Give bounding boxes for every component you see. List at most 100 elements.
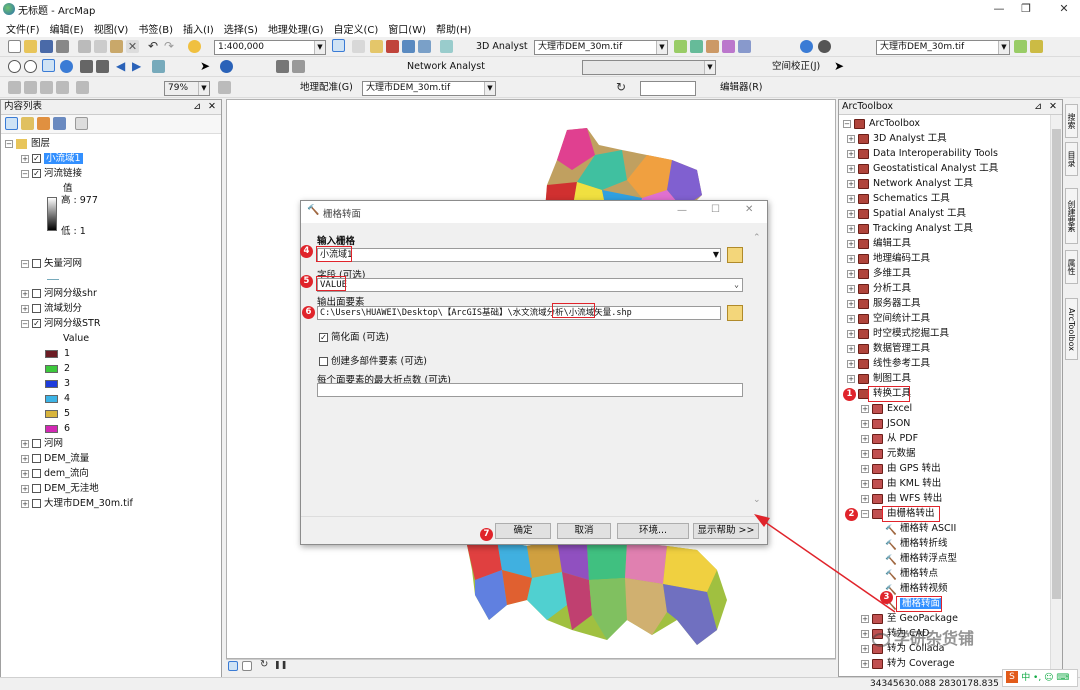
toolbox-item[interactable]: + 制图工具 (847, 372, 911, 386)
expand-icon[interactable]: + (861, 659, 869, 668)
expand-icon[interactable]: + (847, 284, 855, 293)
paste-icon[interactable] (110, 40, 123, 53)
expand-icon[interactable]: + (847, 239, 855, 248)
list-by-visibility-icon[interactable] (37, 117, 50, 130)
menu-help[interactable]: 帮助(H) (436, 21, 471, 36)
toc-layer-shr[interactable]: + 河网分级shr (21, 287, 97, 301)
menu-windows[interactable]: 窗口(W) (388, 21, 426, 36)
multipart-checkbox[interactable] (319, 357, 328, 366)
ok-button[interactable]: 确定 (495, 523, 551, 539)
toc-layer-dem-flow[interactable]: + DEM_流量 (21, 452, 89, 466)
expand-icon[interactable]: + (861, 449, 869, 458)
visibility-checkbox[interactable] (32, 289, 41, 298)
line-of-sight-icon[interactable] (722, 40, 735, 53)
close-button[interactable]: ✕ (1050, 0, 1078, 19)
catalog-icon[interactable] (370, 40, 383, 53)
field-combo[interactable]: VALUE ⌄ (317, 278, 743, 292)
toolbox-item[interactable]: + 服务器工具 (847, 297, 921, 311)
list-by-drawing-order-icon[interactable] (5, 117, 18, 130)
toc-layer-xiaoliuyu1[interactable]: + ✓ 小流域1 (21, 152, 83, 166)
toolset-item[interactable]: + 由 KML 转出 (861, 477, 941, 491)
toolbox-item[interactable]: + Tracking Analyst 工具 (847, 222, 973, 236)
collapse-icon[interactable]: − (5, 139, 13, 148)
toolbox-item[interactable]: +3D Analyst 工具 (847, 132, 947, 146)
expand-icon[interactable]: + (847, 314, 855, 323)
expand-icon[interactable]: + (21, 499, 29, 508)
expand-icon[interactable]: + (847, 179, 855, 188)
georeferencing-label[interactable]: 地理配准(G) (300, 81, 353, 95)
right-layer-combo[interactable]: 大理市DEM_30m.tif ▼ (876, 40, 1010, 55)
forward-icon[interactable]: ▶ (132, 60, 145, 73)
visibility-checkbox[interactable] (32, 304, 41, 313)
chevron-down-icon[interactable]: ▼ (314, 41, 325, 54)
histogram-icon[interactable] (1014, 40, 1027, 53)
toc-layer-str[interactable]: − ✓ 河网分级STR (21, 317, 100, 331)
toolbox-item[interactable]: + 编辑工具 (847, 237, 911, 251)
tab-attributes[interactable]: 属性 (1065, 250, 1078, 284)
layout-zoom-combo[interactable]: 79% ▼ (164, 81, 210, 96)
expand-icon[interactable]: + (847, 209, 855, 218)
visibility-checkbox[interactable] (32, 499, 41, 508)
toc-layer-river-net[interactable]: + 河网 (21, 437, 63, 451)
pin-icon[interactable]: ⊿ (193, 100, 201, 114)
data-view-icon[interactable] (228, 661, 238, 671)
chevron-down-icon[interactable]: ▼ (704, 61, 715, 74)
toolset-item[interactable]: + Excel (861, 402, 912, 416)
toc-layer-dem[interactable]: + 大理市DEM_30m.tif (21, 497, 133, 511)
refresh-icon[interactable]: ↻ (260, 660, 270, 670)
toc-layer-dem-dir[interactable]: + dem_流向 (21, 467, 89, 481)
menu-bookmarks[interactable]: 书签(B) (138, 21, 173, 36)
expand-icon[interactable]: + (861, 434, 869, 443)
collapse-icon[interactable]: − (21, 259, 29, 268)
modelbuilder-icon[interactable] (418, 40, 431, 53)
open-icon[interactable] (24, 40, 37, 53)
expand-icon[interactable]: + (21, 304, 29, 313)
toolset-item[interactable]: + 从 PDF (861, 432, 918, 446)
chevron-down-icon[interactable]: ▼ (998, 41, 1009, 54)
list-by-selection-icon[interactable] (53, 117, 66, 130)
identify-icon[interactable] (220, 60, 233, 73)
toolbox-item[interactable]: + Schematics 工具 (847, 192, 950, 206)
expand-icon[interactable]: + (847, 299, 855, 308)
toolbox-item[interactable]: + 数据管理工具 (847, 342, 930, 356)
menu-edit[interactable]: 编辑(E) (50, 21, 84, 36)
maximize-icon[interactable]: ☐ (711, 204, 720, 215)
toolbox-item[interactable]: + 地理编码工具 (847, 252, 930, 266)
save-icon[interactable] (40, 40, 53, 53)
pan-icon[interactable] (42, 59, 55, 72)
expand-icon[interactable]: + (847, 359, 855, 368)
full-extent-icon[interactable] (60, 60, 73, 73)
globe-icon[interactable] (800, 40, 813, 53)
environments-button[interactable]: 环境... (617, 523, 689, 539)
3d-analyst-label[interactable]: 3D Analyst (476, 40, 528, 54)
chevron-down-icon[interactable]: ⌄ (734, 279, 739, 291)
find-icon[interactable] (276, 60, 289, 73)
scrollbar-thumb[interactable] (1052, 129, 1061, 599)
editor-label[interactable]: 编辑器(R) (720, 81, 763, 95)
expand-icon[interactable]: + (847, 344, 855, 353)
toc-layer-watershed[interactable]: + 流域划分 (21, 302, 82, 316)
max-vertices-input[interactable] (317, 383, 743, 397)
minimize-button[interactable]: — (985, 0, 1013, 19)
toolbox-item[interactable]: + 线性参考工具 (847, 357, 930, 371)
expand-icon[interactable]: + (847, 269, 855, 278)
redo-icon[interactable]: ↷ (164, 40, 177, 53)
python-icon[interactable] (402, 40, 415, 53)
select-features-icon[interactable] (152, 60, 165, 73)
toc-layer-dem-fill[interactable]: + DEM_无洼地 (21, 482, 99, 496)
add-data-icon[interactable] (188, 40, 201, 53)
menu-customize[interactable]: 自定义(C) (334, 21, 379, 36)
arctoolbox-root[interactable]: − ArcToolbox (843, 117, 920, 131)
expand-icon[interactable]: + (847, 149, 855, 158)
zoom-in-icon[interactable] (8, 60, 21, 73)
interpolate-icon[interactable] (674, 40, 687, 53)
delete-icon[interactable]: ✕ (126, 40, 139, 53)
simplify-option[interactable]: ✓ 简化面 (可选) (319, 329, 389, 343)
chevron-down-icon[interactable]: ▼ (713, 249, 719, 261)
fixed-zoom-out-icon[interactable] (96, 60, 109, 73)
cut-icon[interactable] (78, 40, 91, 53)
copy-icon[interactable] (94, 40, 107, 53)
tab-catalog[interactable]: 目录 (1065, 142, 1078, 176)
list-by-source-icon[interactable] (21, 117, 34, 130)
zoom-100-icon[interactable] (76, 81, 89, 94)
